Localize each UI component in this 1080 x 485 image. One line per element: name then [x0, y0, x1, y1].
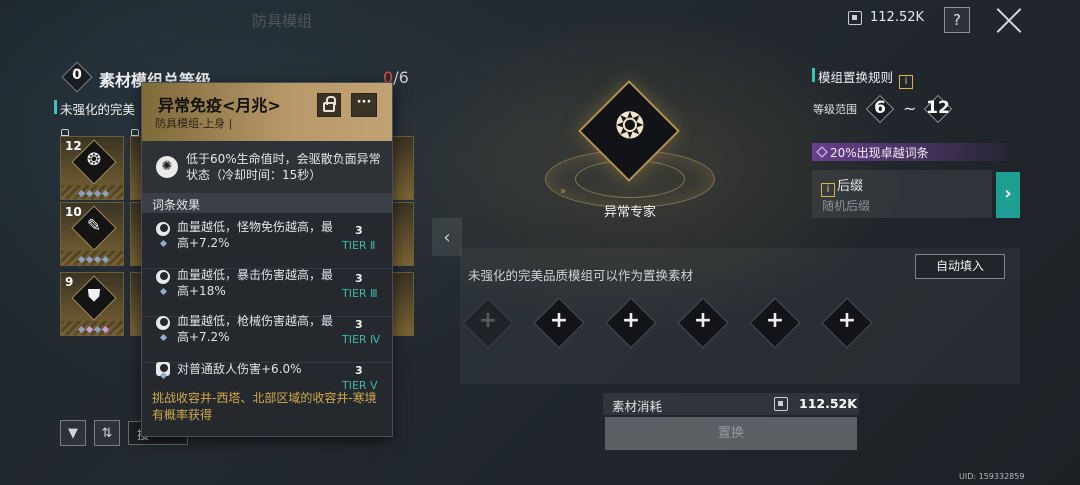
- suffix-title: i 后缀: [821, 175, 863, 197]
- auto-fill-button[interactable]: 自动填入: [915, 254, 1005, 279]
- source-text: 挑战收容井-西塔、北部区域的收容井-寒境有概率获得: [152, 391, 377, 422]
- effect-icon: ✺: [156, 156, 178, 178]
- affix-icon: [156, 222, 170, 236]
- tile-level: 9: [65, 275, 74, 289]
- range-max-value: 12: [926, 98, 950, 118]
- plus-icon: +: [837, 308, 857, 333]
- affix-value: 3: [355, 364, 363, 377]
- affix-value: 3: [355, 224, 363, 237]
- material-slot[interactable]: +: [605, 297, 657, 349]
- affix-tier: TIER Ⅳ: [342, 333, 381, 346]
- affix-rank-icon: [159, 239, 168, 248]
- material-slot[interactable]: +: [462, 297, 514, 349]
- module-tile[interactable]: 12 ❂: [60, 136, 124, 200]
- module-currency-icon: [774, 397, 788, 411]
- lock-icon: [131, 129, 139, 136]
- module-tile[interactable]: [392, 272, 414, 336]
- arrows-icon: »: [560, 186, 566, 197]
- affix-text: 血量越低，枪械伤害越高，最高+7.2%: [177, 314, 334, 344]
- module-currency-icon: [848, 10, 862, 25]
- rule-title: 模组置换规则 i: [812, 67, 913, 89]
- collapse-arrow-icon[interactable]: ‹: [432, 218, 462, 256]
- more-options-button[interactable]: ···: [351, 93, 377, 117]
- lock-icon: [61, 129, 69, 136]
- info-icon[interactable]: i: [899, 75, 913, 89]
- affix-text: 对普通敌人伤害+6.0%: [177, 362, 302, 376]
- affix-tier: TIER Ⅱ: [342, 239, 376, 252]
- lock-icon: [323, 96, 336, 112]
- gear-module-icon: ❂: [86, 150, 102, 170]
- material-slot[interactable]: +: [749, 297, 801, 349]
- module-tile[interactable]: 9 ⛊: [60, 272, 124, 336]
- affix-value: 3: [355, 318, 363, 331]
- affix-value: 3: [355, 272, 363, 285]
- module-tile[interactable]: [392, 136, 414, 200]
- replace-button[interactable]: 置换: [605, 417, 857, 450]
- material-hint: 未强化的完美品质模组可以作为置换素材: [468, 268, 694, 283]
- affix-section-title: 词条效果: [142, 193, 392, 213]
- range-min-value: 6: [874, 98, 886, 118]
- cost-value: 112.52K: [799, 396, 857, 411]
- level-range-label: 等级范围: [813, 103, 857, 116]
- anomaly-expert-icon: ❂: [614, 106, 646, 147]
- cost-label: 素材消耗: [612, 399, 663, 414]
- result-module-name: 异常专家: [603, 205, 656, 220]
- affix-text: 血量越低，暴击伤害越高，最高+18%: [177, 268, 334, 298]
- affix-text: 血量越低，怪物免伤越高，最高+7.2%: [177, 220, 334, 250]
- module-type: 防具模组-上身 |: [155, 117, 233, 130]
- uid-label: UID: 159332859: [959, 472, 1025, 481]
- suffix-expand-button[interactable]: ›: [996, 172, 1020, 218]
- suffix-subtitle: 随机后缀: [822, 199, 871, 213]
- material-slot[interactable]: +: [677, 297, 729, 349]
- total-level-value: 0: [72, 67, 82, 83]
- module-tile[interactable]: [392, 202, 414, 266]
- range-max: 12: [923, 94, 953, 124]
- excellent-affix-chance: 20%出现卓越词条: [812, 143, 1008, 161]
- currency-display: 112.52K: [848, 10, 924, 25]
- filter-button[interactable]: ▼: [60, 420, 86, 446]
- affix-rank-icon: [159, 333, 168, 342]
- plus-icon: +: [478, 308, 498, 333]
- module-tile[interactable]: 10 ✎: [60, 202, 124, 266]
- tab-armor-modules[interactable]: 防具模组: [252, 10, 312, 31]
- affix-row: 对普通敌人伤害+6.0% 3 TIER Ⅴ: [142, 355, 392, 392]
- affix-row: 血量越低，怪物免伤越高，最高+7.2% 3 TIER Ⅱ: [142, 215, 392, 269]
- currency-value: 112.52K: [870, 10, 925, 25]
- plus-icon: +: [765, 308, 785, 333]
- lock-button[interactable]: [317, 93, 341, 117]
- material-count-max: /6: [393, 68, 409, 87]
- suffix-title-text: 后缀: [837, 179, 864, 194]
- close-icon[interactable]: [994, 5, 1024, 35]
- module-tooltip: 异常免疫<月兆> 防具模组-上身 | ··· ✺ 低于60%生命值时，会驱散负面…: [141, 82, 393, 437]
- material-slot[interactable]: +: [821, 297, 873, 349]
- affix-tier: TIER Ⅲ: [342, 287, 378, 300]
- plus-icon: +: [693, 308, 713, 333]
- material-slot[interactable]: +: [533, 297, 585, 349]
- rule-title-text: 模组置换规则: [818, 70, 894, 85]
- range-min: 6: [865, 94, 895, 124]
- plus-icon: +: [621, 308, 641, 333]
- armor-module-icon: ⛊: [87, 286, 101, 306]
- section-label: 未强化的完美: [53, 99, 135, 118]
- plus-icon: +: [549, 308, 569, 333]
- effect-text: 低于60%生命值时，会驱散负面异常状态（冷却时间：15秒）: [186, 152, 381, 182]
- info-icon[interactable]: i: [821, 183, 835, 197]
- module-name: 异常免疫<月兆>: [158, 96, 281, 115]
- affix-rank-icon: [159, 287, 168, 296]
- affix-icon: [156, 316, 170, 330]
- affix-icon: [156, 270, 170, 284]
- sort-button[interactable]: ⇅: [94, 420, 120, 446]
- range-separator: ~: [903, 99, 917, 118]
- hammer-module-icon: ✎: [86, 216, 102, 236]
- help-button[interactable]: ?: [944, 7, 970, 33]
